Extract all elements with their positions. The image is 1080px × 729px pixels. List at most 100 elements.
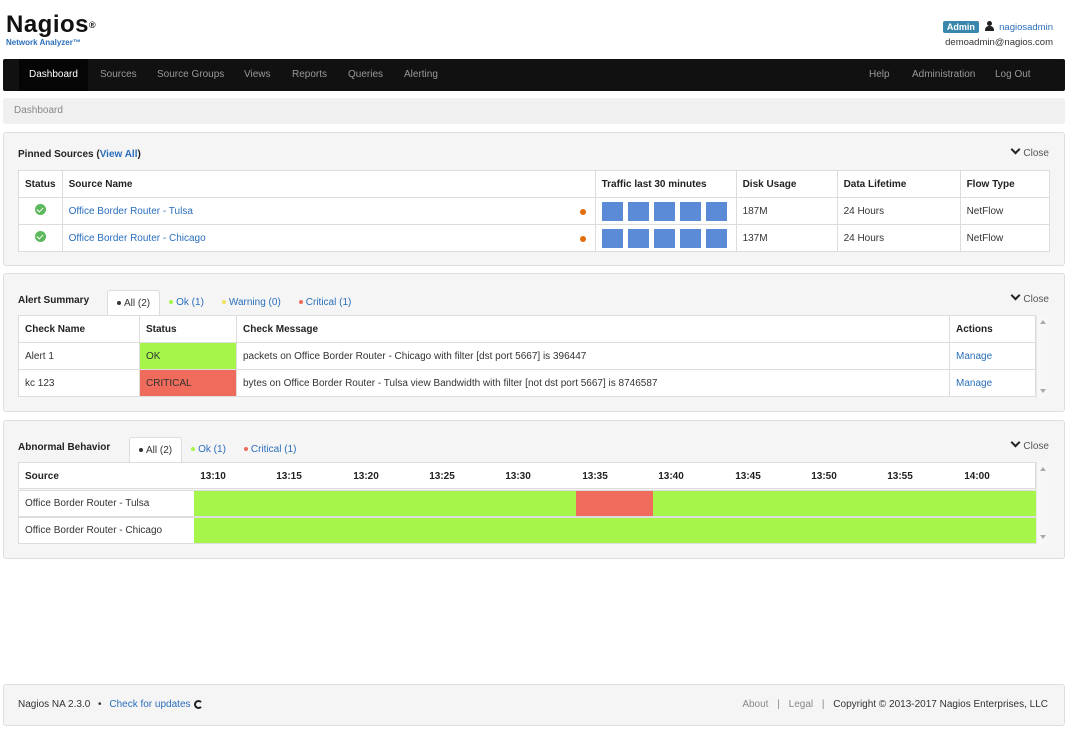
orange-dot-icon (579, 236, 586, 242)
manage-link[interactable]: Manage (956, 378, 992, 389)
critical-segment (576, 491, 653, 516)
manage-link[interactable]: Manage (956, 351, 992, 362)
alert-tabs: All (2) Ok (1) Warning (0) Critical (1) (107, 290, 360, 315)
source-link[interactable]: Office Border Router - Tulsa (69, 206, 193, 217)
orange-dot-icon (579, 209, 586, 215)
dot-icon (221, 300, 226, 304)
col-check-name: Check Name (18, 315, 140, 343)
disk-usage: 187M (735, 197, 838, 225)
breadcrumb: Dashboard (3, 98, 1065, 124)
traffic-bar (601, 228, 623, 248)
col-disk-usage: Disk Usage (735, 170, 838, 198)
check-message: bytes on Office Border Router - Tulsa vi… (236, 369, 950, 397)
scroll-down-icon[interactable] (1040, 535, 1046, 539)
traffic-bar (653, 201, 675, 221)
tab-all[interactable]: All (2) (107, 290, 161, 315)
main-navbar: Dashboard Sources Source Groups Views Re… (3, 59, 1065, 91)
tab-ok[interactable]: Ok (1) (160, 290, 213, 315)
nav-reports[interactable]: Reports (282, 59, 337, 91)
chevron-down-icon (1010, 144, 1021, 155)
dot-icon (139, 448, 143, 452)
abnormal-scrollbar[interactable] (1036, 462, 1047, 544)
nav-sources[interactable]: Sources (90, 59, 147, 91)
pinned-sources-table: Status Source Name Traffic last 30 minut… (18, 170, 1051, 252)
ok-segment (194, 518, 1036, 543)
nav-source-groups[interactable]: Source Groups (147, 59, 234, 91)
table-header-row: Status Source Name Traffic last 30 minut… (18, 170, 1051, 198)
nav-administration[interactable]: Administration (902, 59, 985, 91)
time-tick-label: 13:30 (505, 471, 531, 482)
logo[interactable]: Nagios® Network Analyzer™ (6, 13, 96, 48)
col-status: Status (18, 170, 63, 198)
nav-views[interactable]: Views (234, 59, 281, 91)
user-email: demoadmin@nagios.com (945, 37, 1053, 48)
tab-critical[interactable]: Critical (1) (235, 437, 306, 462)
flow-type: NetFlow (959, 224, 1051, 252)
traffic-bar (627, 201, 649, 221)
alerts-close-button[interactable]: Close (1010, 290, 1049, 305)
source-name: Office Border Router - Chicago (25, 525, 163, 536)
nav-dashboard[interactable]: Dashboard (19, 59, 88, 91)
footer-separator: • (98, 699, 102, 710)
scroll-up-icon[interactable] (1040, 320, 1046, 324)
legal-link[interactable]: Legal (789, 699, 813, 710)
abnormal-close-button[interactable]: Close (1010, 437, 1049, 452)
source-link[interactable]: Office Border Router - Chicago (69, 233, 206, 244)
table-header-row: Check Name Status Check Message Actions (18, 315, 1036, 343)
time-tick-label: 13:10 (200, 471, 226, 482)
col-traffic: Traffic last 30 minutes (594, 170, 737, 198)
data-lifetime: 24 Hours (836, 224, 961, 252)
view-all-link[interactable]: View All (100, 149, 138, 160)
time-tick-label: 13:35 (582, 471, 608, 482)
alert-scrollbar[interactable] (1036, 315, 1047, 398)
nav-queries[interactable]: Queries (338, 59, 393, 91)
scroll-up-icon[interactable] (1040, 467, 1046, 471)
dot-icon (191, 447, 196, 451)
ok-check-icon (34, 231, 46, 242)
traffic-sparkline (594, 224, 737, 252)
copyright-text: Copyright © 2013-2017 Nagios Enterprises… (833, 699, 1048, 710)
refresh-icon[interactable] (193, 700, 203, 709)
time-tick-label: 13:45 (735, 471, 761, 482)
traffic-bar (705, 228, 727, 248)
username-link[interactable]: nagiosadmin (999, 22, 1053, 33)
status-badge: OK (139, 342, 237, 370)
check-name: kc 123 (18, 369, 140, 397)
nav-alerting[interactable]: Alerting (394, 59, 448, 91)
tab-warning[interactable]: Warning (0) (213, 290, 290, 315)
source-name: Office Border Router - Tulsa (25, 498, 150, 509)
version-text: Nagios NA 2.3.0 (18, 699, 91, 710)
table-row: kc 123 CRITICAL bytes on Office Border R… (18, 369, 1036, 397)
col-source: Source (25, 471, 59, 482)
dot-icon (298, 300, 303, 304)
timeline-header-row: Source 13:10 13:15 13:20 13:25 13:30 13:… (18, 462, 1036, 489)
col-check-message: Check Message (236, 315, 950, 343)
pinned-close-button[interactable]: Close (1010, 144, 1049, 159)
time-tick-label: 14:00 (964, 471, 990, 482)
col-data-lifetime: Data Lifetime (836, 170, 961, 198)
tab-all[interactable]: All (2) (129, 437, 183, 462)
table-row: Alert 1 OK packets on Office Border Rout… (18, 342, 1036, 370)
time-tick-label: 13:25 (429, 471, 455, 482)
about-link[interactable]: About (742, 699, 768, 710)
nav-logout[interactable]: Log Out (985, 59, 1041, 91)
chevron-down-icon (1010, 290, 1021, 301)
abnormal-behavior-panel: Abnormal Behavior All (2) Ok (1) Critica… (3, 420, 1065, 559)
time-tick-label: 13:20 (353, 471, 379, 482)
traffic-bar (601, 201, 623, 221)
nav-help[interactable]: Help (859, 59, 900, 91)
traffic-bar (705, 201, 727, 221)
tab-ok[interactable]: Ok (1) (182, 437, 235, 462)
user-icon (985, 21, 995, 31)
tab-critical[interactable]: Critical (1) (290, 290, 361, 315)
alert-summary-title: Alert Summary (18, 295, 90, 306)
time-tick-label: 13:40 (658, 471, 684, 482)
check-updates-link[interactable]: Check for updates (109, 699, 190, 710)
traffic-bar (627, 228, 649, 248)
footer-divider: | (777, 699, 780, 710)
traffic-bar (679, 228, 701, 248)
dot-icon (117, 301, 121, 305)
scroll-down-icon[interactable] (1040, 389, 1046, 393)
ok-check-icon (34, 204, 46, 215)
table-row: Office Border Router - Chicago 137M 24 H… (18, 224, 1051, 252)
